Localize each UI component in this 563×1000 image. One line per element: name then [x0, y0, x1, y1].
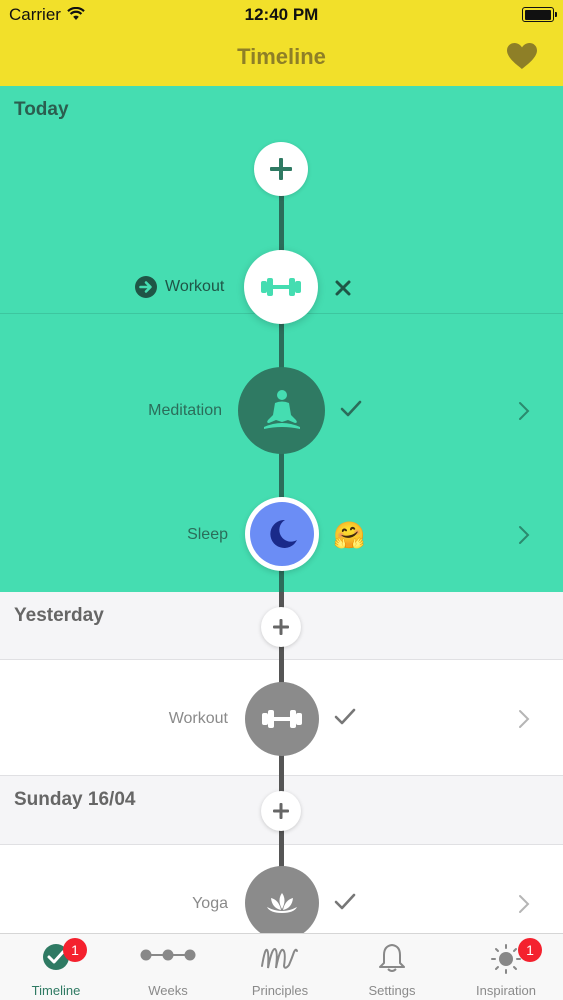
entry-label[interactable]: Workout: [165, 278, 224, 296]
chevron-right-icon[interactable]: [518, 401, 530, 426]
page-title: Timeline: [237, 44, 326, 69]
chevron-right-icon[interactable]: [518, 525, 530, 550]
add-entry-button[interactable]: [261, 607, 301, 647]
tab-label: Inspiration: [476, 983, 536, 998]
dismiss-icon[interactable]: [335, 280, 351, 301]
moon-icon: [270, 519, 297, 548]
hug-emoji[interactable]: 🤗: [333, 520, 365, 551]
tab-timeline[interactable]: 1 Timeline: [0, 934, 112, 1000]
top-bar: Carrier 12:40 PM Timeline: [0, 0, 563, 86]
meditation-icon: [263, 389, 300, 429]
check-icon[interactable]: [334, 708, 356, 731]
check-icon[interactable]: [334, 893, 356, 916]
weeks-dots-icon: [112, 948, 224, 962]
tab-bar: 1 Timeline Weeks Principles Settings 1 I…: [0, 933, 563, 1000]
section-title-today: Today: [14, 99, 69, 120]
dumbbell-icon: [261, 278, 301, 296]
entry-label[interactable]: Meditation: [22, 402, 222, 420]
entry-label[interactable]: Workout: [28, 710, 228, 728]
tab-settings[interactable]: Settings: [336, 934, 448, 1000]
battery-icon: [522, 7, 557, 22]
tab-label: Settings: [368, 983, 416, 998]
sleep-activity-button[interactable]: [245, 497, 319, 571]
tab-label: Weeks: [148, 983, 188, 998]
add-entry-button[interactable]: [261, 791, 301, 831]
notification-badge: 1: [63, 938, 87, 962]
lotus-icon: [267, 893, 297, 913]
workout-go-icon[interactable]: [134, 275, 158, 304]
bell-icon: [336, 942, 448, 974]
entry-label[interactable]: Yoga: [28, 895, 228, 913]
entry-label[interactable]: Sleep: [28, 526, 228, 544]
meditation-activity-button[interactable]: [238, 367, 325, 454]
status-bar: Carrier 12:40 PM: [0, 0, 563, 30]
tab-weeks[interactable]: Weeks: [112, 934, 224, 1000]
status-time: 12:40 PM: [244, 5, 319, 24]
plus-icon: [273, 803, 289, 819]
plus-icon: [270, 158, 292, 180]
tab-principles[interactable]: Principles: [224, 934, 336, 1000]
workout-activity-button[interactable]: [245, 682, 319, 756]
principles-script-icon: [224, 942, 336, 974]
section-title-sunday: Sunday 16/04: [14, 789, 136, 810]
tab-inspiration[interactable]: 1 Inspiration: [450, 934, 562, 1000]
sun-icon: [450, 942, 562, 974]
chevron-right-icon[interactable]: [518, 894, 530, 919]
tab-label: Principles: [251, 983, 309, 998]
workout-activity-button[interactable]: [244, 250, 318, 324]
tab-label: Timeline: [31, 983, 81, 998]
heart-icon[interactable]: [506, 42, 538, 75]
yoga-activity-button[interactable]: [245, 866, 319, 940]
notification-badge: 1: [518, 938, 542, 962]
chevron-right-icon[interactable]: [518, 709, 530, 734]
plus-icon: [273, 619, 289, 635]
section-title-yesterday: Yesterday: [14, 605, 104, 626]
check-circle-icon: [0, 942, 112, 972]
dumbbell-icon: [262, 710, 302, 728]
check-icon[interactable]: [340, 400, 362, 423]
add-entry-button[interactable]: [254, 142, 308, 196]
